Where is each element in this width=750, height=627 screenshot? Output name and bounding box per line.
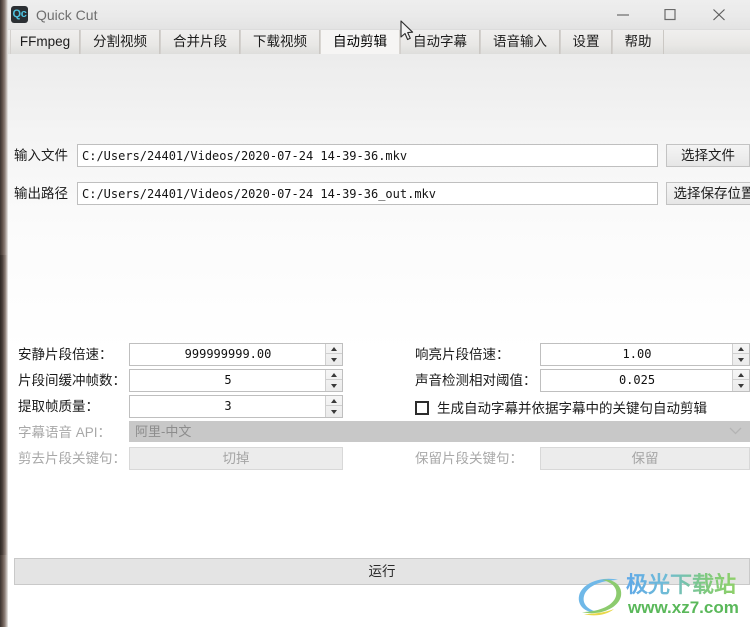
subtitle-api-label: 字幕语音 API：: [18, 425, 112, 440]
sound-threshold-spin-buttons[interactable]: [732, 370, 749, 391]
chevron-down-icon: [729, 427, 742, 435]
tab-split-video[interactable]: 分割视频: [80, 30, 160, 54]
buffer-frames-value: 5: [224, 373, 232, 387]
sound-threshold-spinbox[interactable]: 0.025: [540, 369, 750, 392]
title-bar: Qc Quick Cut: [0, 0, 750, 30]
loud-speed-label: 响亮片段倍速：: [415, 347, 510, 362]
window-title: Quick Cut: [36, 7, 98, 23]
tab-download-video[interactable]: 下载视频: [240, 30, 320, 54]
buffer-frames-spin-buttons[interactable]: [325, 370, 342, 391]
frame-quality-spin-buttons[interactable]: [325, 396, 342, 417]
subtitle-api-value: 阿里-中文: [135, 424, 192, 439]
subtitle-api-combobox[interactable]: 阿里-中文: [129, 421, 750, 442]
spin-down-icon[interactable]: [326, 381, 342, 391]
quiet-speed-label: 安静片段倍速：: [18, 347, 113, 362]
application-window: Qc Quick Cut FFmpeg 分割视频 合并片段 下载视频 自动剪辑 …: [0, 0, 750, 627]
maximize-button[interactable]: [647, 0, 693, 30]
tab-auto-subtitle[interactable]: 自动字幕: [400, 30, 480, 54]
tab-auto-cut[interactable]: 自动剪辑: [320, 30, 400, 54]
run-button[interactable]: 运行: [14, 558, 750, 585]
tab-settings[interactable]: 设置: [560, 30, 612, 54]
spin-up-icon[interactable]: [326, 344, 342, 354]
main-content-panel: 输入文件 选择文件 输出路径 选择保存位置 安静片段倍速： 999999999.…: [0, 54, 750, 627]
frame-quality-value: 3: [224, 399, 232, 413]
choose-file-button[interactable]: 选择文件: [666, 144, 750, 167]
spin-up-icon[interactable]: [326, 370, 342, 380]
sound-threshold-label: 声音检测相对阈值：: [415, 373, 537, 388]
buffer-frames-spinbox[interactable]: 5: [129, 369, 343, 392]
output-path-field[interactable]: [77, 182, 658, 205]
spin-down-icon[interactable]: [326, 355, 342, 365]
loud-speed-value: 1.00: [622, 347, 652, 361]
loud-speed-spinbox[interactable]: 1.00: [540, 343, 750, 366]
frame-quality-spinbox[interactable]: 3: [129, 395, 343, 418]
spin-down-icon[interactable]: [733, 381, 749, 391]
choose-save-location-button[interactable]: 选择保存位置: [666, 182, 750, 205]
spin-up-icon[interactable]: [326, 396, 342, 406]
spin-down-icon[interactable]: [326, 407, 342, 417]
auto-subtitle-checkbox-label: 生成自动字幕并依据字幕中的关键句自动剪辑: [437, 401, 707, 416]
input-file-label: 输入文件: [14, 148, 68, 163]
watermark-url: www.xz7.com: [628, 598, 739, 617]
cut-keyword-label: 剪去片段关键句：: [18, 451, 126, 466]
minimize-icon: [617, 14, 629, 16]
loud-speed-spin-buttons[interactable]: [732, 344, 749, 365]
tab-bar: FFmpeg 分割视频 合并片段 下载视频 自动剪辑 自动字幕 语音输入 设置 …: [0, 30, 750, 54]
close-icon: [713, 9, 725, 21]
app-logo-icon: Qc: [11, 6, 28, 23]
minimize-button[interactable]: [600, 0, 646, 30]
spin-down-icon[interactable]: [733, 355, 749, 365]
spin-up-icon[interactable]: [733, 344, 749, 354]
auto-subtitle-checkbox[interactable]: [415, 401, 429, 415]
keep-keyword-button[interactable]: 保留: [540, 447, 750, 470]
tab-merge-clips[interactable]: 合并片段: [160, 30, 240, 54]
quiet-speed-spinbox[interactable]: 999999999.00: [129, 343, 343, 366]
frame-quality-label: 提取帧质量：: [18, 399, 99, 414]
sound-threshold-value: 0.025: [618, 373, 656, 387]
output-path-label: 输出路径: [14, 186, 68, 201]
buffer-frames-label: 片段间缓冲帧数：: [18, 373, 126, 388]
keep-keyword-label: 保留片段关键句：: [415, 451, 523, 466]
tab-help[interactable]: 帮助: [612, 30, 664, 54]
cut-keyword-button[interactable]: 切掉: [129, 447, 343, 470]
quiet-speed-value: 999999999.00: [184, 347, 272, 361]
maximize-icon: [664, 9, 676, 21]
spin-up-icon[interactable]: [733, 370, 749, 380]
input-file-field[interactable]: [77, 144, 658, 167]
tab-ffmpeg[interactable]: FFmpeg: [10, 30, 80, 54]
quiet-speed-spin-buttons[interactable]: [325, 344, 342, 365]
tab-voice-input[interactable]: 语音输入: [480, 30, 560, 54]
close-button[interactable]: [696, 0, 742, 30]
